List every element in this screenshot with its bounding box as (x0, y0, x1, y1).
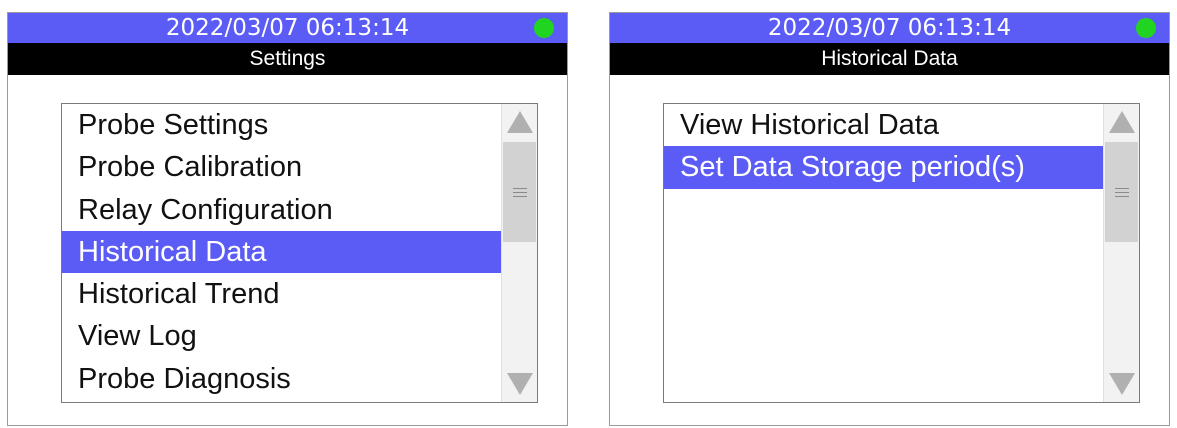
scroll-thumb[interactable] (1105, 142, 1138, 242)
status-bar: 2022/03/07 06:13:14 (8, 13, 567, 43)
grip-lines-icon (1114, 187, 1129, 197)
page-title: Settings (8, 43, 567, 75)
menu-item-view-historical-data[interactable]: View Historical Data (664, 104, 1103, 146)
scrollbar[interactable] (1103, 104, 1139, 402)
menu-item-probe-diagnosis[interactable]: Probe Diagnosis (62, 358, 501, 400)
menu-items: Probe Settings Probe Calibration Relay C… (62, 104, 501, 400)
datetime-display: 2022/03/07 06:13:14 (767, 15, 1012, 41)
menu-item-view-log[interactable]: View Log (62, 315, 501, 357)
historical-data-screen: 2022/03/07 06:13:14 Historical Data View… (609, 12, 1170, 426)
scroll-down-button[interactable] (502, 366, 537, 402)
menu-item-set-data-storage-period[interactable]: Set Data Storage period(s) (664, 146, 1103, 189)
page-title: Historical Data (610, 43, 1169, 75)
status-indicator-icon (1136, 18, 1156, 38)
scroll-up-button[interactable] (502, 104, 537, 140)
menu-item-relay-configuration[interactable]: Relay Configuration (62, 189, 501, 231)
settings-screen: 2022/03/07 06:13:14 Settings Probe Setti… (7, 12, 568, 426)
grip-lines-icon (512, 187, 527, 197)
status-indicator-icon (534, 18, 554, 38)
status-bar: 2022/03/07 06:13:14 (610, 13, 1169, 43)
triangle-up-icon (506, 111, 533, 133)
triangle-up-icon (1108, 111, 1135, 133)
scroll-up-button[interactable] (1104, 104, 1139, 140)
menu-item-probe-calibration[interactable]: Probe Calibration (62, 146, 501, 188)
triangle-down-icon (1108, 373, 1135, 395)
menu-item-historical-trend[interactable]: Historical Trend (62, 273, 501, 315)
scroll-thumb[interactable] (503, 142, 536, 242)
menu-items: View Historical Data Set Data Storage pe… (664, 104, 1103, 189)
menu-item-historical-data[interactable]: Historical Data (62, 230, 501, 274)
datetime-display: 2022/03/07 06:13:14 (165, 15, 410, 41)
menu-item-probe-settings[interactable]: Probe Settings (62, 104, 501, 146)
scrollbar[interactable] (501, 104, 537, 402)
settings-menu-list: Probe Settings Probe Calibration Relay C… (61, 103, 538, 403)
triangle-down-icon (506, 373, 533, 395)
scroll-down-button[interactable] (1104, 366, 1139, 402)
historical-data-menu-list: View Historical Data Set Data Storage pe… (663, 103, 1140, 403)
